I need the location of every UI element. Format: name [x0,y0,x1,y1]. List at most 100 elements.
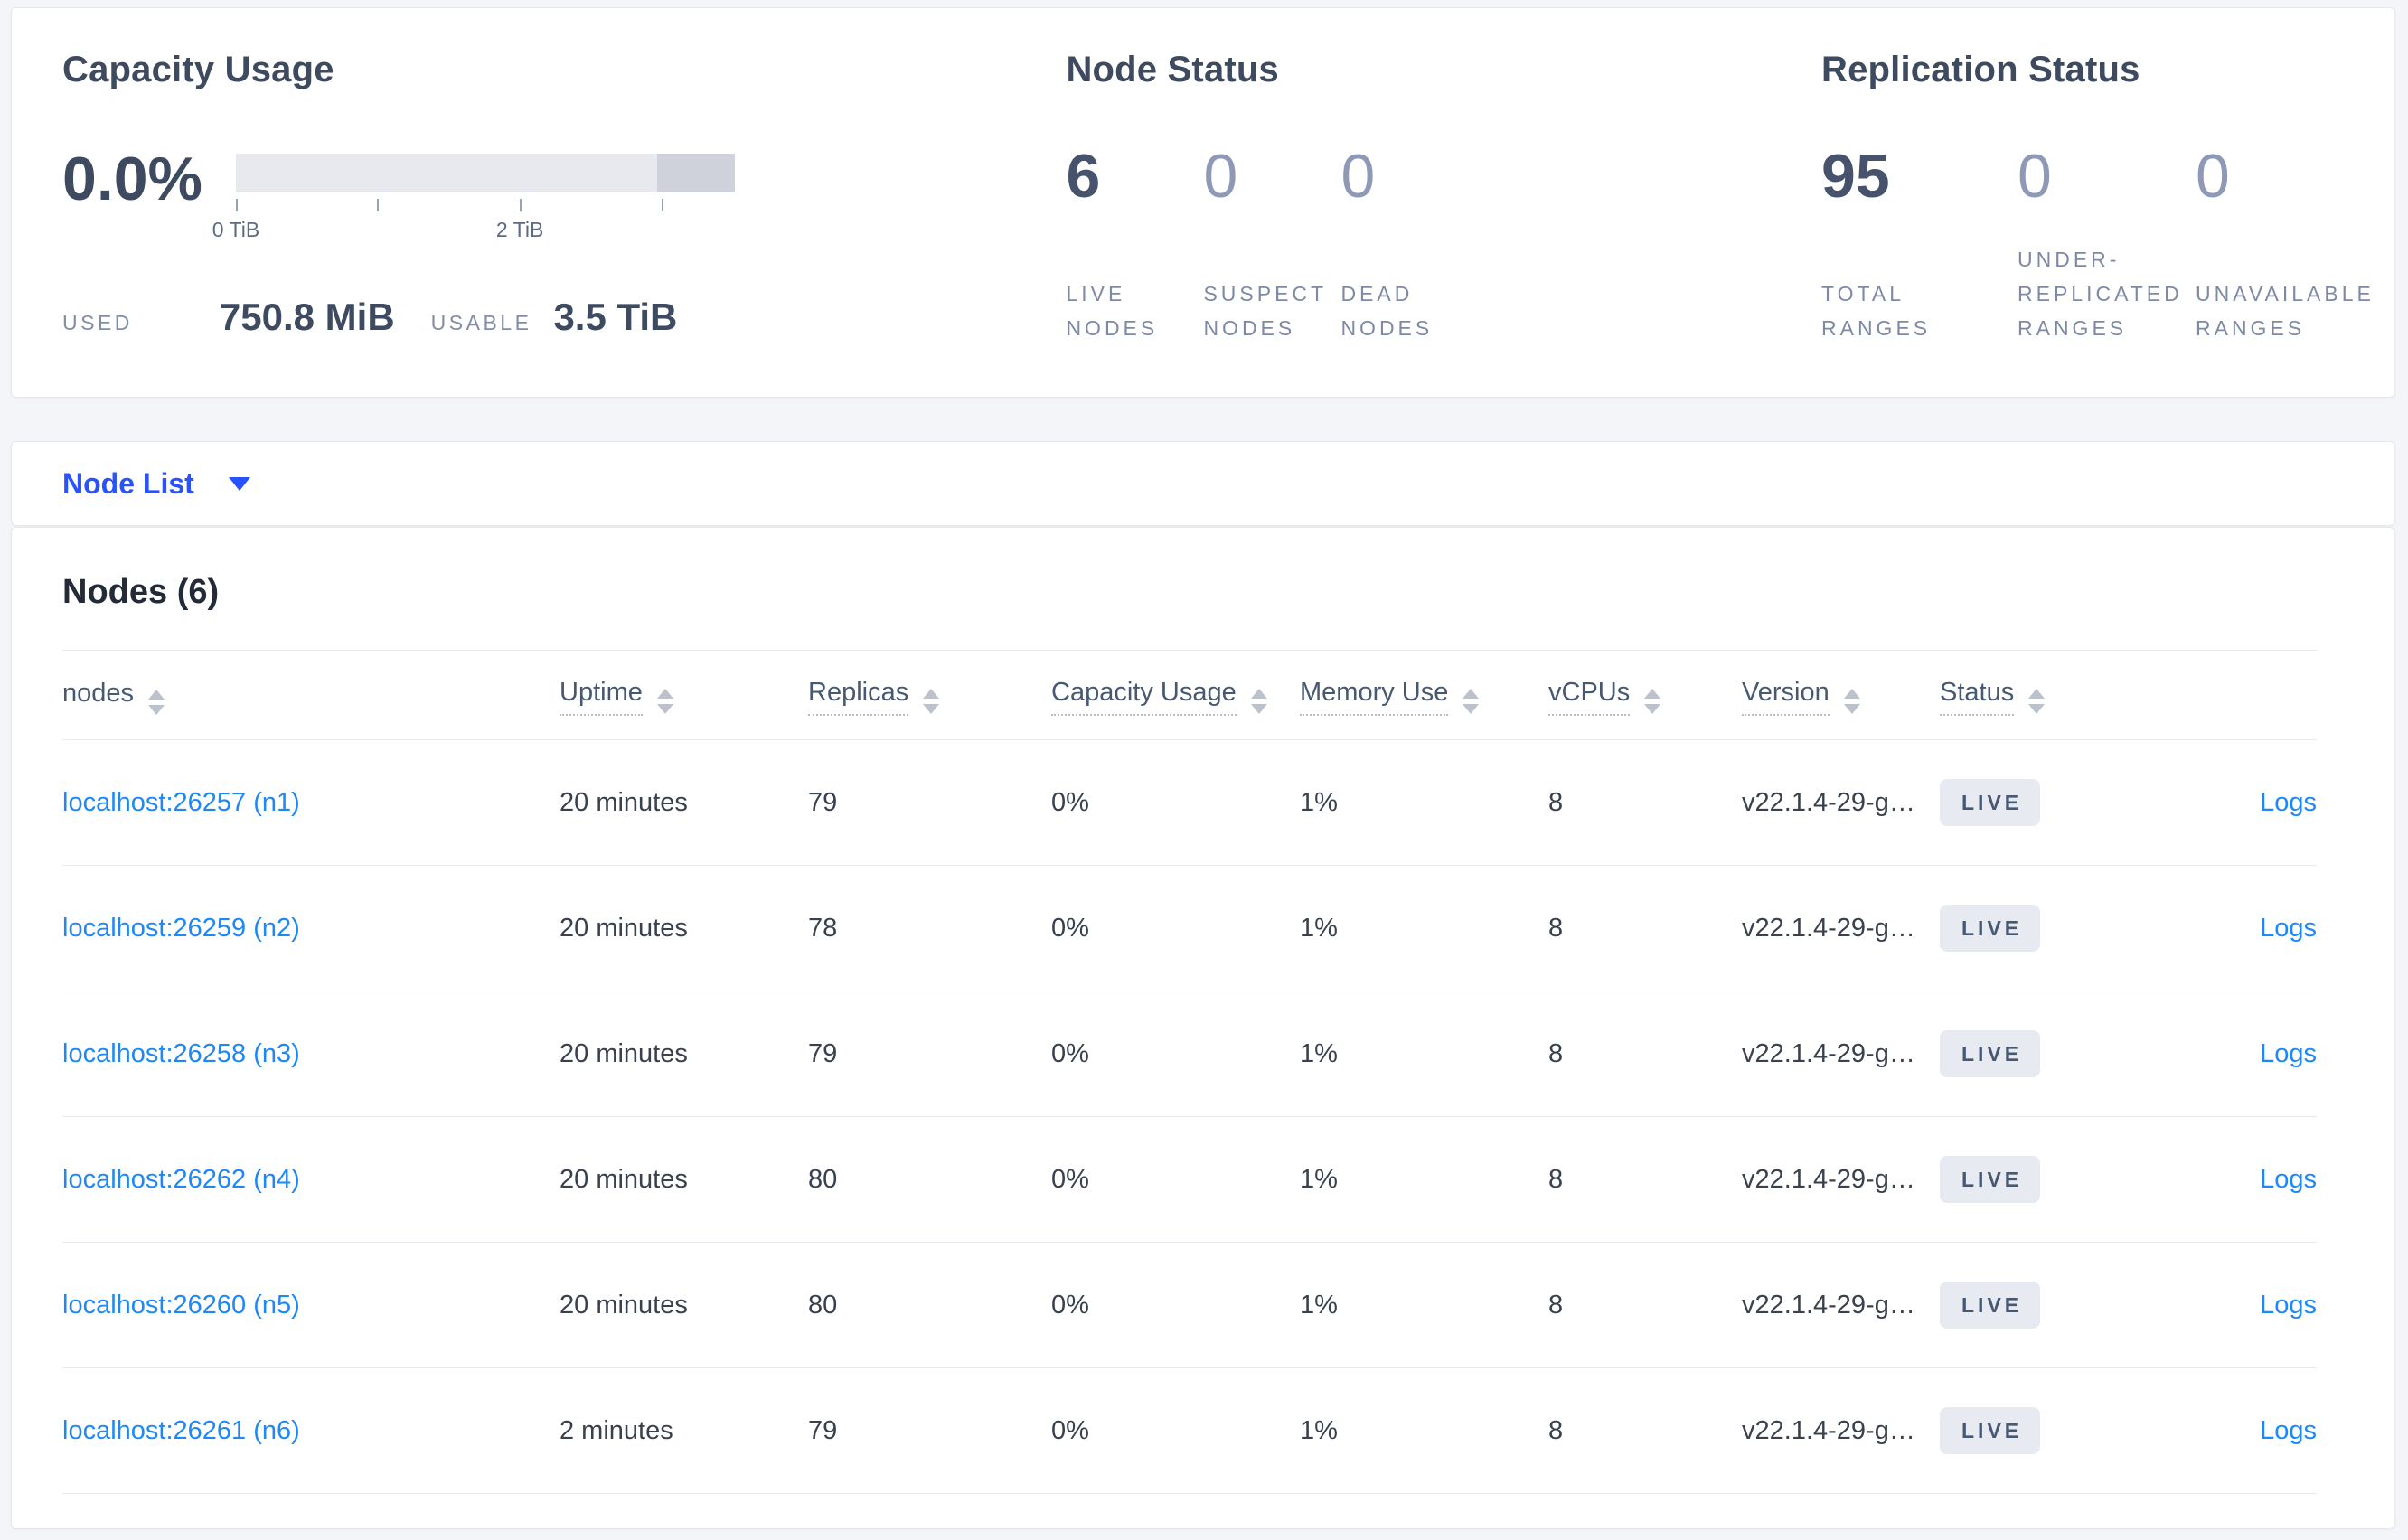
column-header-version[interactable]: Version [1742,678,1830,716]
unavailable-ranges-stat: 0 UNAVAILABLE RANGES [2196,141,2394,345]
capacity-gauge: 0.0% 0 TiB 2 TiB [62,146,1066,243]
logs-link[interactable]: Logs [2260,914,2317,943]
node-link[interactable]: localhost:26257 (n1) [62,788,300,817]
column-header-memory-use[interactable]: Memory Use [1300,678,1449,716]
capacity-cell: 0% [1051,991,1300,1117]
column-header-vcpus[interactable]: vCPUs [1548,678,1631,716]
uptime-cell: 2 minutes [560,1367,808,1494]
node-list-dropdown-label: Node List [62,466,194,500]
sort-icon[interactable] [1463,689,1480,714]
replicas-cell: 79 [808,739,1051,866]
capacity-cell: 0% [1051,1242,1300,1368]
node-list-dropdown[interactable]: Node List [62,467,250,501]
vcpus-cell: 8 [1548,865,1742,991]
under-replicated-ranges-value: 0 [2018,142,2052,211]
uptime-cell: 20 minutes [560,739,808,866]
status-badge: LIVE [1940,779,2041,826]
column-header-replicas[interactable]: Replicas [808,678,909,716]
table-row: localhost:26258 (n3) 20 minutes 79 0% 1%… [62,991,2317,1117]
capacity-cell: 0% [1051,739,1300,866]
memory-cell: 1% [1300,991,1548,1117]
node-link[interactable]: localhost:26261 (n6) [62,1416,300,1445]
memory-cell: 1% [1300,1242,1548,1368]
version-cell: v22.1.4-29-g… [1742,1367,1940,1494]
logs-link[interactable]: Logs [2260,1165,2317,1194]
sort-icon[interactable] [148,690,165,715]
table-row: localhost:26261 (n6) 2 minutes 79 0% 1% … [62,1367,2317,1494]
capacity-bar: 0 TiB 2 TiB [212,154,735,243]
logs-link[interactable]: Logs [2260,788,2317,817]
replicas-cell: 78 [808,865,1051,991]
memory-cell: 1% [1300,865,1548,991]
replicas-cell: 80 [808,1116,1051,1243]
under-replicated-ranges-stat: 0 UNDER-REPLICATED RANGES [2018,141,2196,345]
chevron-down-icon [228,476,250,491]
table-row: localhost:26259 (n2) 20 minutes 78 0% 1%… [62,865,2317,991]
table-row: localhost:26260 (n5) 20 minutes 80 0% 1%… [62,1242,2317,1368]
status-badge: LIVE [1940,1407,2041,1454]
suspect-nodes-label: SUSPECT NODES [1203,282,1327,340]
capacity-cell: 0% [1051,865,1300,991]
node-status-title: Node Status [1066,50,1279,89]
column-header-capacity-usage[interactable]: Capacity Usage [1051,678,1237,716]
live-nodes-label: LIVE NODES [1066,282,1159,340]
sort-icon[interactable] [1250,689,1267,714]
replication-status-title: Replication Status [1821,50,2140,89]
column-header-nodes[interactable]: nodes [62,679,134,715]
replication-status-stats: 95 TOTAL RANGES 0 UNDER-REPLICATED RANGE… [1821,141,2394,345]
capacity-cell: 0% [1051,1367,1300,1494]
status-badge: LIVE [1940,1282,2041,1329]
axis-tick [236,199,238,211]
nodes-table-title: Nodes (6) [62,573,220,611]
logs-link[interactable]: Logs [2260,1291,2317,1319]
under-replicated-ranges-label: UNDER-REPLICATED RANGES [2018,248,2183,340]
node-list-selector-bar: Node List [11,441,2395,526]
axis-tick-label: 2 TiB [495,218,544,241]
logs-link[interactable]: Logs [2260,1416,2317,1445]
uptime-cell: 20 minutes [560,991,808,1117]
sort-icon[interactable] [2028,689,2046,714]
node-link[interactable]: localhost:26259 (n2) [62,914,300,943]
column-header-status[interactable]: Status [1940,678,2015,716]
table-header-row: nodes Uptime Replicas Capacity Usage Mem… [62,650,2317,740]
dead-nodes-value: 0 [1340,142,1376,211]
live-nodes-stat: 6 LIVE NODES [1066,141,1203,345]
sort-icon[interactable] [656,689,673,714]
sort-icon[interactable] [923,689,940,714]
total-ranges-label: TOTAL RANGES [1821,282,1932,340]
version-cell: v22.1.4-29-g… [1742,1116,1940,1243]
capacity-usage-title: Capacity Usage [62,50,334,89]
unavailable-ranges-value: 0 [2196,142,2230,211]
axis-tick [520,199,522,211]
live-nodes-value: 6 [1066,142,1101,211]
memory-cell: 1% [1300,1367,1548,1494]
logs-link[interactable]: Logs [2260,1039,2317,1068]
suspect-nodes-value: 0 [1203,142,1238,211]
uptime-cell: 20 minutes [560,1242,808,1368]
status-badge: LIVE [1940,1030,2041,1077]
table-row: localhost:26262 (n4) 20 minutes 80 0% 1%… [62,1116,2317,1243]
capacity-percent: 0.0% [62,145,202,213]
nodes-table-card: Nodes (6) nodes Uptime Replicas Capacity… [11,527,2395,1529]
total-ranges-value: 95 [1821,142,1890,211]
memory-cell: 1% [1300,739,1548,866]
axis-tick [661,199,663,211]
capacity-bar-other-segment [657,154,735,192]
sort-icon[interactable] [1644,689,1661,714]
column-header-uptime[interactable]: Uptime [560,678,643,716]
uptime-cell: 20 minutes [560,865,808,991]
version-cell: v22.1.4-29-g… [1742,865,1940,991]
replicas-cell: 80 [808,1242,1051,1368]
used-label: USED [62,311,133,334]
node-link[interactable]: localhost:26260 (n5) [62,1291,300,1319]
uptime-cell: 20 minutes [560,1116,808,1243]
axis-tick-label: 0 TiB [212,218,260,241]
vcpus-cell: 8 [1548,1367,1742,1494]
node-link[interactable]: localhost:26258 (n3) [62,1039,300,1068]
status-badge: LIVE [1940,905,2041,952]
sort-icon[interactable] [1843,689,1860,714]
replicas-cell: 79 [808,1367,1051,1494]
node-link[interactable]: localhost:26262 (n4) [62,1165,300,1194]
replication-status-section: Replication Status 95 TOTAL RANGES 0 UND… [1821,50,2394,397]
capacity-cell: 0% [1051,1116,1300,1243]
